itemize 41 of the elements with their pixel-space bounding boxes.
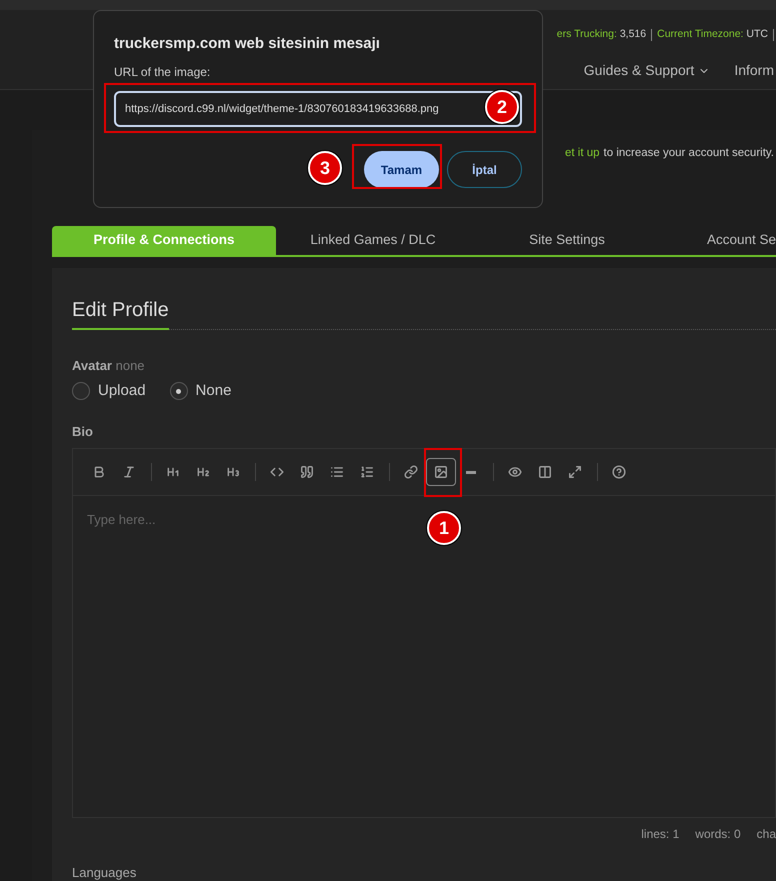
editor-status: words: 0	[695, 826, 741, 842]
notice-text: to increase your account security.	[604, 146, 774, 161]
dialog-prompt: URL of the image:	[114, 65, 212, 79]
image-icon	[434, 465, 448, 479]
nav-link[interactable]: Guides & Support	[584, 60, 710, 81]
avatar-label: Avatar none	[72, 358, 146, 374]
tab[interactable]: Site Settings	[470, 226, 664, 255]
section-title: Edit Profile	[72, 300, 169, 330]
ok-button[interactable]: Tamam	[364, 151, 439, 188]
code-icon	[270, 465, 284, 479]
radio-label: Upload	[98, 382, 146, 400]
header-stat: ers Trucking: 3,516	[556, 27, 646, 42]
cancel-button[interactable]: İptal	[447, 151, 522, 188]
highlight-frame	[424, 448, 462, 497]
heading-three-icon	[226, 465, 240, 479]
languages-label: Languages	[72, 866, 138, 880]
help-icon	[612, 465, 626, 479]
numbered-list-icon	[360, 465, 374, 479]
heading-one-icon	[166, 465, 180, 479]
columns-icon	[538, 465, 552, 479]
italic-icon	[122, 465, 136, 479]
quote-icon	[300, 465, 314, 479]
heading-two-icon	[196, 465, 210, 479]
bio-label: Bio	[72, 424, 94, 440]
radio-button[interactable]	[72, 382, 90, 400]
tab[interactable]: Account Se	[664, 226, 776, 255]
dialog-title: truckersmp.com web sitesinin mesajı	[114, 35, 381, 53]
editor-status: cha	[756, 826, 776, 842]
nav-link[interactable]: Inform	[734, 60, 774, 81]
radio-button[interactable]	[170, 382, 188, 400]
bold-icon	[92, 465, 106, 479]
bulleted-list-icon	[330, 465, 344, 479]
tab[interactable]: Linked Games / DLC	[276, 226, 470, 255]
fullscreen-icon	[568, 465, 582, 479]
editor-status: lines: 1	[641, 826, 680, 842]
link-icon	[404, 465, 418, 479]
setup-link[interactable]: et it up	[565, 144, 600, 162]
radio-label: None	[196, 382, 232, 400]
toolbar-button[interactable]	[426, 458, 456, 486]
header-stat: Current Timezone: UTC	[657, 27, 768, 42]
preview-icon	[508, 465, 522, 479]
